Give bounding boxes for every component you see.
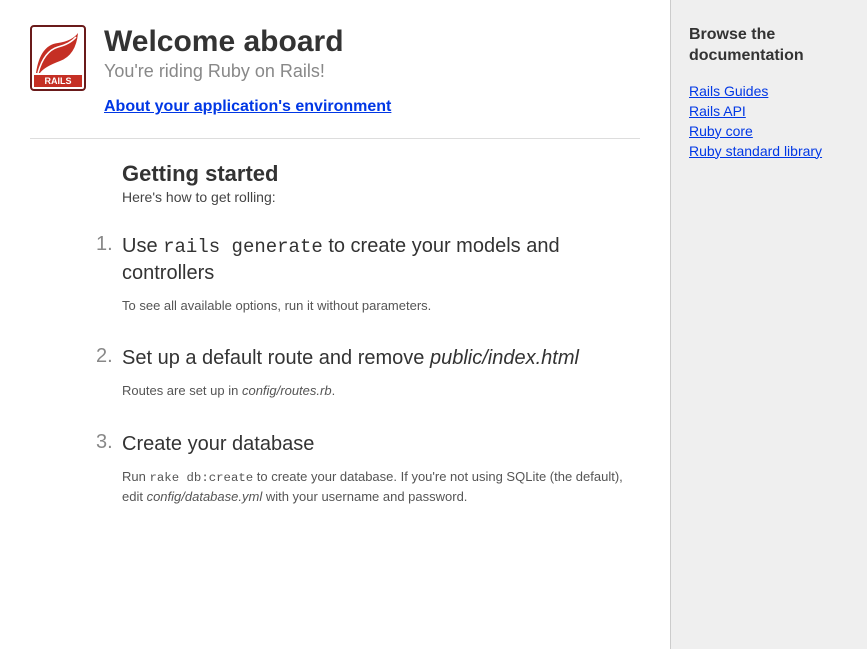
step-desc: To see all available options, run it wit… [122,296,640,316]
svg-text:RAILS: RAILS [45,76,72,86]
step-item: Use rails generate to create your models… [122,233,640,315]
file-path: config/database.yml [147,489,263,504]
sidebar-link-api[interactable]: Rails API [689,103,746,119]
header: RAILS Welcome aboard You're riding Ruby … [30,25,640,139]
sidebar-item: Rails Guides [689,83,849,99]
sidebar-item: Ruby standard library [689,143,849,159]
step-item: Create your database Run rake db:create … [122,431,640,507]
sidebar-item: Ruby core [689,123,849,139]
file-path: public/index.html [430,347,579,369]
sidebar-link-ruby-stdlib[interactable]: Ruby standard library [689,143,822,159]
sidebar-link-ruby-core[interactable]: Ruby core [689,123,753,139]
sidebar-link-guides[interactable]: Rails Guides [689,83,768,99]
getting-started-section: Getting started Here's how to get rollin… [30,161,640,507]
page-title: Welcome aboard [104,25,391,59]
sidebar-links: Rails Guides Rails API Ruby core Ruby st… [689,83,849,159]
page-subtitle: You're riding Ruby on Rails! [104,61,391,82]
main-content: RAILS Welcome aboard You're riding Ruby … [0,0,670,649]
environment-link[interactable]: About your application's environment [104,98,391,115]
step-desc: Run rake db:create to create your databa… [122,467,640,507]
steps-list: Use rails generate to create your models… [122,233,640,507]
code-snippet: rake db:create [149,471,253,485]
getting-started-sub: Here's how to get rolling: [122,189,640,205]
step-title: Set up a default route and remove public… [122,345,640,371]
sidebar: Browse the documentation Rails Guides Ra… [670,0,867,649]
sidebar-item: Rails API [689,103,849,119]
header-text: Welcome aboard You're riding Ruby on Rai… [104,25,391,116]
step-title: Create your database [122,431,640,457]
sidebar-heading: Browse the documentation [689,25,849,67]
code-snippet: rails generate [163,236,323,258]
step-item: Set up a default route and remove public… [122,345,640,401]
step-desc: Routes are set up in config/routes.rb. [122,381,640,401]
step-title: Use rails generate to create your models… [122,233,640,286]
getting-started-heading: Getting started [122,161,640,187]
file-path: config/routes.rb [242,383,332,398]
rails-logo-icon: RAILS [30,25,86,91]
